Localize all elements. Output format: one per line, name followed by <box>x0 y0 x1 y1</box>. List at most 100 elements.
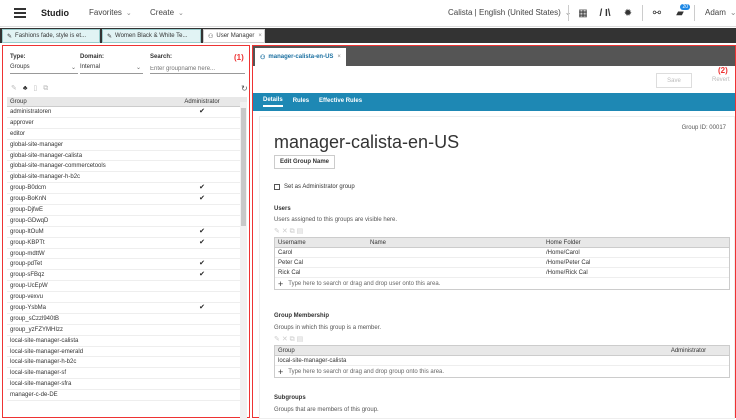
table-row[interactable]: group-vexvu <box>7 292 247 304</box>
save-button[interactable]: Save <box>656 73 692 88</box>
copy-icon[interactable]: ⧉ <box>290 228 295 235</box>
table-row[interactable]: administratoren ✔ <box>7 107 247 118</box>
grid-icon[interactable]: ▦ <box>576 6 590 20</box>
paste-icon[interactable]: ▤ <box>297 228 304 235</box>
add-group-dropzone[interactable]: + Type here to search or drag and drop gr… <box>275 366 729 377</box>
table-row[interactable]: local-site-manager-calista <box>275 356 729 366</box>
group-title: manager-calista-en-US <box>274 132 460 152</box>
table-row[interactable]: group-GDwqD <box>7 216 247 227</box>
table-row[interactable]: group-B0dcm ✔ <box>7 183 247 195</box>
checkbox[interactable] <box>274 184 280 190</box>
table-row[interactable]: group-ItOuM ✔ <box>7 227 247 238</box>
name-cell <box>367 248 543 257</box>
home-folder-cell: /Home/Peter Cal <box>546 260 591 266</box>
detail-tab[interactable]: ⚇ manager-calista-en-US × <box>255 48 346 66</box>
table-row[interactable]: group-YsbMa ✔ <box>7 303 247 314</box>
close-icon[interactable]: × <box>258 33 262 39</box>
table-row[interactable]: manager-c-de-DE <box>7 390 247 402</box>
menu-icon[interactable] <box>14 8 26 18</box>
group-search-input[interactable] <box>150 64 245 74</box>
table-row[interactable]: Rick Cal /Home/Rick Cal <box>275 268 729 278</box>
doc-tab-label: User Manager <box>216 33 255 39</box>
table-row[interactable]: group-KBPTt ✔ <box>7 238 247 249</box>
copy-icon[interactable]: ⧉ <box>290 336 295 343</box>
table-row[interactable]: group_yzFZYMHIzz <box>7 325 247 336</box>
paste-icon[interactable]: ▤ <box>297 336 304 343</box>
revert-button[interactable]: Revert <box>712 77 730 83</box>
table-row[interactable]: group_sCzzl940tB <box>7 314 247 325</box>
group-name-cell: group-B0dcm <box>10 185 47 192</box>
favorites-menu[interactable]: Favorites ⌄ <box>89 8 132 17</box>
column-header-group[interactable]: Group <box>7 97 162 106</box>
tab-details[interactable]: Details <box>263 97 283 107</box>
doc-tab-label: Fashions fade, style is et... <box>15 33 87 39</box>
checkmark-icon: ✔ <box>199 260 205 268</box>
pencil-icon[interactable]: ✎ <box>274 336 280 343</box>
refresh-icon[interactable]: ↻ <box>241 84 248 93</box>
notifications-icon[interactable]: ▰ 20 <box>673 4 690 20</box>
details-content: Group ID: 00017 manager-calista-en-US Ed… <box>259 116 735 419</box>
locale-selector[interactable]: Calista | English (United States)⌄ <box>448 8 572 17</box>
type-select[interactable]: Groups ⌄ <box>10 64 78 74</box>
vertical-scrollbar[interactable] <box>240 102 247 420</box>
panel-number: (1) <box>234 53 244 62</box>
add-user-dropzone[interactable]: + Type here to search or drag and drop us… <box>275 278 729 289</box>
delete-icon[interactable]: ▯ <box>33 85 37 92</box>
checkmark-icon <box>162 249 242 259</box>
sun-icon[interactable]: ✹ <box>621 6 635 20</box>
table-row[interactable]: group-mdttW <box>7 249 247 260</box>
column-header-administrator[interactable]: Administrator <box>645 346 729 355</box>
group-name-cell: manager-c-de-DE <box>10 392 58 399</box>
pencil-icon[interactable]: ✎ <box>11 85 17 92</box>
table-row[interactable]: global-site-manager-calista <box>7 151 247 162</box>
table-row[interactable]: group-pdTet ✔ <box>7 259 247 271</box>
table-row[interactable]: Peter Cal /Home/Peter Cal <box>275 258 729 268</box>
doc-tab-fashions[interactable]: ✎ Fashions fade, style is et... <box>2 29 100 43</box>
table-row[interactable]: local-site-manager-calista <box>7 336 247 347</box>
checkmark-icon: ✔ <box>199 195 205 203</box>
pencil-icon[interactable]: ✎ <box>274 228 280 235</box>
table-row[interactable]: group-BoKnN ✔ <box>7 194 247 206</box>
table-row[interactable]: group-sFBqz ✔ <box>7 270 247 282</box>
admin-group-checkbox[interactable]: Set as Administrator group <box>274 184 355 190</box>
chevron-down-icon: ⌄ <box>125 10 132 17</box>
tab-effective-rules[interactable]: Effective Rules <box>319 98 362 106</box>
remove-icon[interactable]: ✕ <box>282 228 288 235</box>
library-icon[interactable]: / I\ <box>598 6 612 20</box>
column-header-name[interactable]: Name <box>367 238 543 247</box>
table-row[interactable]: global-site-manager-h-b2c <box>7 172 247 184</box>
table-row[interactable]: Carol /Home/Carol <box>275 248 729 258</box>
column-header-username[interactable]: Username <box>275 238 367 247</box>
table-row[interactable]: local-site-manager-sf <box>7 368 247 380</box>
checkbox-label: Set as Administrator group <box>284 184 355 190</box>
domain-select[interactable]: Internal ⌄ <box>80 64 143 74</box>
column-header-home-folder[interactable]: Home Folder <box>543 238 729 247</box>
table-row[interactable]: group-UcEpW <box>7 281 247 293</box>
workflow-icon[interactable]: ⚯ <box>650 6 664 20</box>
close-icon[interactable]: × <box>337 54 341 60</box>
create-menu[interactable]: Create ⌄ <box>150 8 184 17</box>
pencil-icon: ✎ <box>7 33 13 40</box>
add-group-icon[interactable]: ♣ <box>23 85 28 92</box>
scrollbar-thumb[interactable] <box>241 108 246 226</box>
table-row[interactable]: group-DjfwE <box>7 205 247 216</box>
doc-tab-user-manager[interactable]: ⚇ User Manager × <box>203 29 265 43</box>
table-row[interactable]: global-site-manager-commercetools <box>7 161 247 173</box>
copy-icon[interactable]: ⧉ <box>43 85 48 92</box>
table-row[interactable]: local-site-manager-sfra <box>7 379 247 391</box>
chevron-down-icon: ⌄ <box>70 65 76 71</box>
table-row[interactable]: global-site-manager <box>7 140 247 151</box>
column-header-administrator[interactable]: Administrator <box>162 97 242 106</box>
column-header-group[interactable]: Group <box>275 346 645 355</box>
checkmark-icon <box>162 161 242 171</box>
add-group-hint: Type here to search or drag and drop gro… <box>288 368 445 375</box>
doc-tab-women[interactable]: ✎ Women Black & White Te... <box>102 29 201 43</box>
remove-icon[interactable]: ✕ <box>282 336 288 343</box>
edit-group-name-button[interactable]: Edit Group Name <box>274 155 336 169</box>
tab-rules[interactable]: Rules <box>293 98 309 106</box>
table-row[interactable]: local-site-manager-h-b2c <box>7 357 247 369</box>
table-row[interactable]: approver <box>7 118 247 129</box>
table-row[interactable]: local-site-manager-emerald <box>7 347 247 358</box>
user-menu[interactable]: Adam ⌄ <box>705 8 736 17</box>
table-row[interactable]: editor <box>7 129 247 140</box>
